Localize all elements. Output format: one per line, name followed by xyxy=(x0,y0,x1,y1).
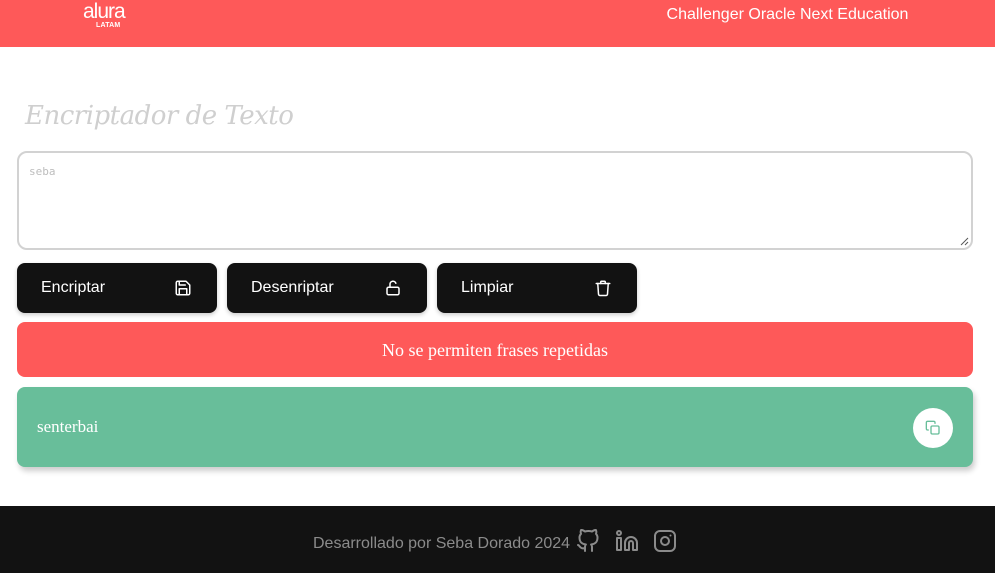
text-input[interactable]: seba xyxy=(17,151,973,250)
footer-credit: Desarrollado por Seba Dorado 2024 xyxy=(313,535,571,552)
error-alert: No se permiten frases repetidas xyxy=(17,322,973,377)
github-icon[interactable] xyxy=(576,529,600,553)
clear-button-label: Limpiar xyxy=(461,279,514,296)
result-text: senterbai xyxy=(37,417,99,436)
header-bar: alura LATAM Challenger Oracle Next Educa… xyxy=(0,0,995,47)
header-title: Challenger Oracle Next Education xyxy=(666,6,909,23)
trash-icon xyxy=(595,280,611,297)
linkedin-icon[interactable] xyxy=(615,529,639,553)
logo-wordmark: alura xyxy=(83,0,126,23)
unlock-icon xyxy=(386,280,400,296)
save-icon xyxy=(175,280,191,296)
clear-button[interactable]: Limpiar xyxy=(437,263,637,313)
logo-subtitle: LATAM xyxy=(96,22,121,29)
page-title: Encriptador de Texto xyxy=(25,101,294,131)
resize-grip-icon[interactable] xyxy=(960,237,969,246)
error-alert-text: No se permiten frases repetidas xyxy=(382,340,608,360)
decrypt-button-label: Desenriptar xyxy=(251,279,334,296)
footer: Desarrollado por Seba Dorado 2024 xyxy=(0,506,995,573)
text-input-value: seba xyxy=(29,165,56,178)
instagram-icon[interactable] xyxy=(653,529,677,553)
encrypt-button[interactable]: Encriptar xyxy=(17,263,217,313)
decrypt-button[interactable]: Desenriptar xyxy=(227,263,427,313)
copy-button[interactable] xyxy=(913,408,953,448)
copy-icon xyxy=(925,420,940,435)
encrypt-button-label: Encriptar xyxy=(41,279,106,296)
alura-logo[interactable]: alura LATAM xyxy=(83,0,126,31)
result-panel: senterbai xyxy=(17,387,973,467)
